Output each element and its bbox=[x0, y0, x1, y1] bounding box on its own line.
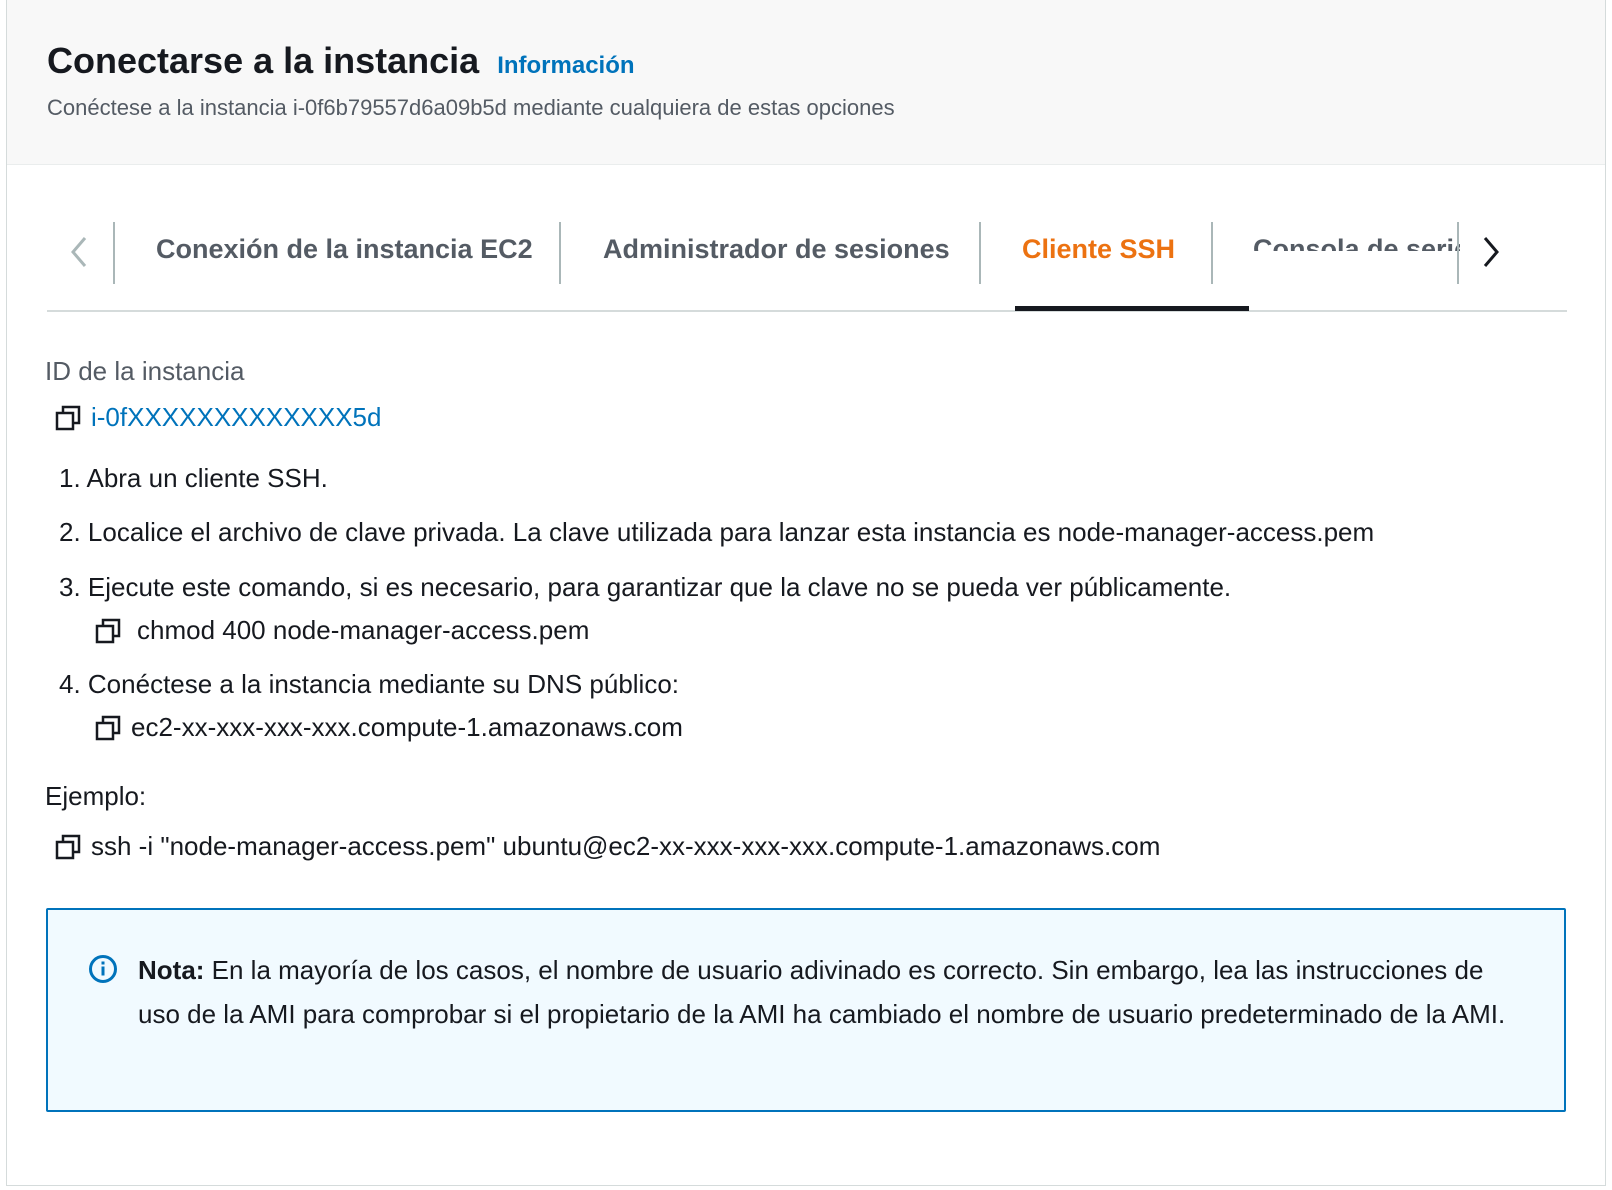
example-command: ssh -i "node-manager-access.pem" ubuntu@… bbox=[91, 831, 1161, 861]
dns-row: ec2-xx-xxx-xxx-xxx.compute-1.amazonaws.c… bbox=[93, 712, 683, 743]
title-row: Conectarse a la instancia Información bbox=[47, 40, 635, 82]
tab-serial-console-clip: Consola de serie bbox=[1253, 220, 1460, 251]
step-3: 3. Ejecute este comando, si es necesario… bbox=[59, 572, 1232, 602]
active-tab-indicator bbox=[1015, 306, 1249, 311]
note-body: En la mayoría de los casos, el nombre de… bbox=[138, 955, 1506, 1029]
tab-ssh-client[interactable]: Cliente SSH bbox=[1022, 234, 1175, 265]
tab-divider bbox=[559, 222, 561, 284]
copy-icon[interactable] bbox=[53, 832, 83, 862]
copy-icon[interactable] bbox=[93, 616, 123, 646]
step-2: 2. Localice el archivo de clave privada.… bbox=[59, 517, 1375, 547]
note-label: Nota: bbox=[138, 955, 205, 985]
tab-divider bbox=[113, 222, 115, 284]
chevron-left-icon[interactable] bbox=[59, 232, 99, 272]
instance-id-row: i-0fXXXXXXXXXXXXX5d bbox=[53, 402, 381, 433]
info-link[interactable]: Información bbox=[497, 52, 634, 80]
chmod-command-row: chmod 400 node-manager-access.pem bbox=[93, 615, 589, 646]
page-subtitle: Conéctese a la instancia i-0f6b79557d6a0… bbox=[47, 95, 895, 120]
info-icon bbox=[89, 955, 117, 983]
info-note: Nota: En la mayoría de los casos, el nom… bbox=[46, 908, 1566, 1112]
copy-icon[interactable] bbox=[93, 713, 123, 743]
panel-header: Conectarse a la instancia Información Co… bbox=[7, 0, 1605, 165]
tab-divider bbox=[1211, 222, 1213, 284]
chevron-right-icon[interactable] bbox=[1471, 232, 1511, 272]
step-4: 4. Conéctese a la instancia mediante su … bbox=[59, 669, 680, 699]
note-text: Nota: En la mayoría de los casos, el nom… bbox=[138, 948, 1528, 1036]
step-1: 1. Abra un cliente SSH. bbox=[59, 463, 328, 493]
tab-ec2-instance-connect[interactable]: Conexión de la instancia EC2 bbox=[156, 234, 533, 265]
tab-serial-console[interactable]: Consola de serie bbox=[1253, 234, 1460, 251]
instance-id-label: ID de la instancia bbox=[45, 356, 245, 386]
example-label: Ejemplo: bbox=[45, 781, 147, 811]
tab-session-manager[interactable]: Administrador de sesiones bbox=[603, 234, 950, 265]
example-command-row: ssh -i "node-manager-access.pem" ubuntu@… bbox=[53, 831, 1160, 862]
tab-divider bbox=[1457, 222, 1459, 284]
tab-divider bbox=[979, 222, 981, 284]
copy-icon[interactable] bbox=[53, 403, 83, 433]
tab-bar: Conexión de la instancia EC2 Administrad… bbox=[47, 220, 1567, 312]
chmod-command: chmod 400 node-manager-access.pem bbox=[137, 615, 590, 645]
public-dns: ec2-xx-xxx-xxx-xxx.compute-1.amazonaws.c… bbox=[131, 712, 683, 742]
instance-id-link[interactable]: i-0fXXXXXXXXXXXXX5d bbox=[91, 402, 381, 433]
page-title: Conectarse a la instancia bbox=[47, 40, 480, 81]
